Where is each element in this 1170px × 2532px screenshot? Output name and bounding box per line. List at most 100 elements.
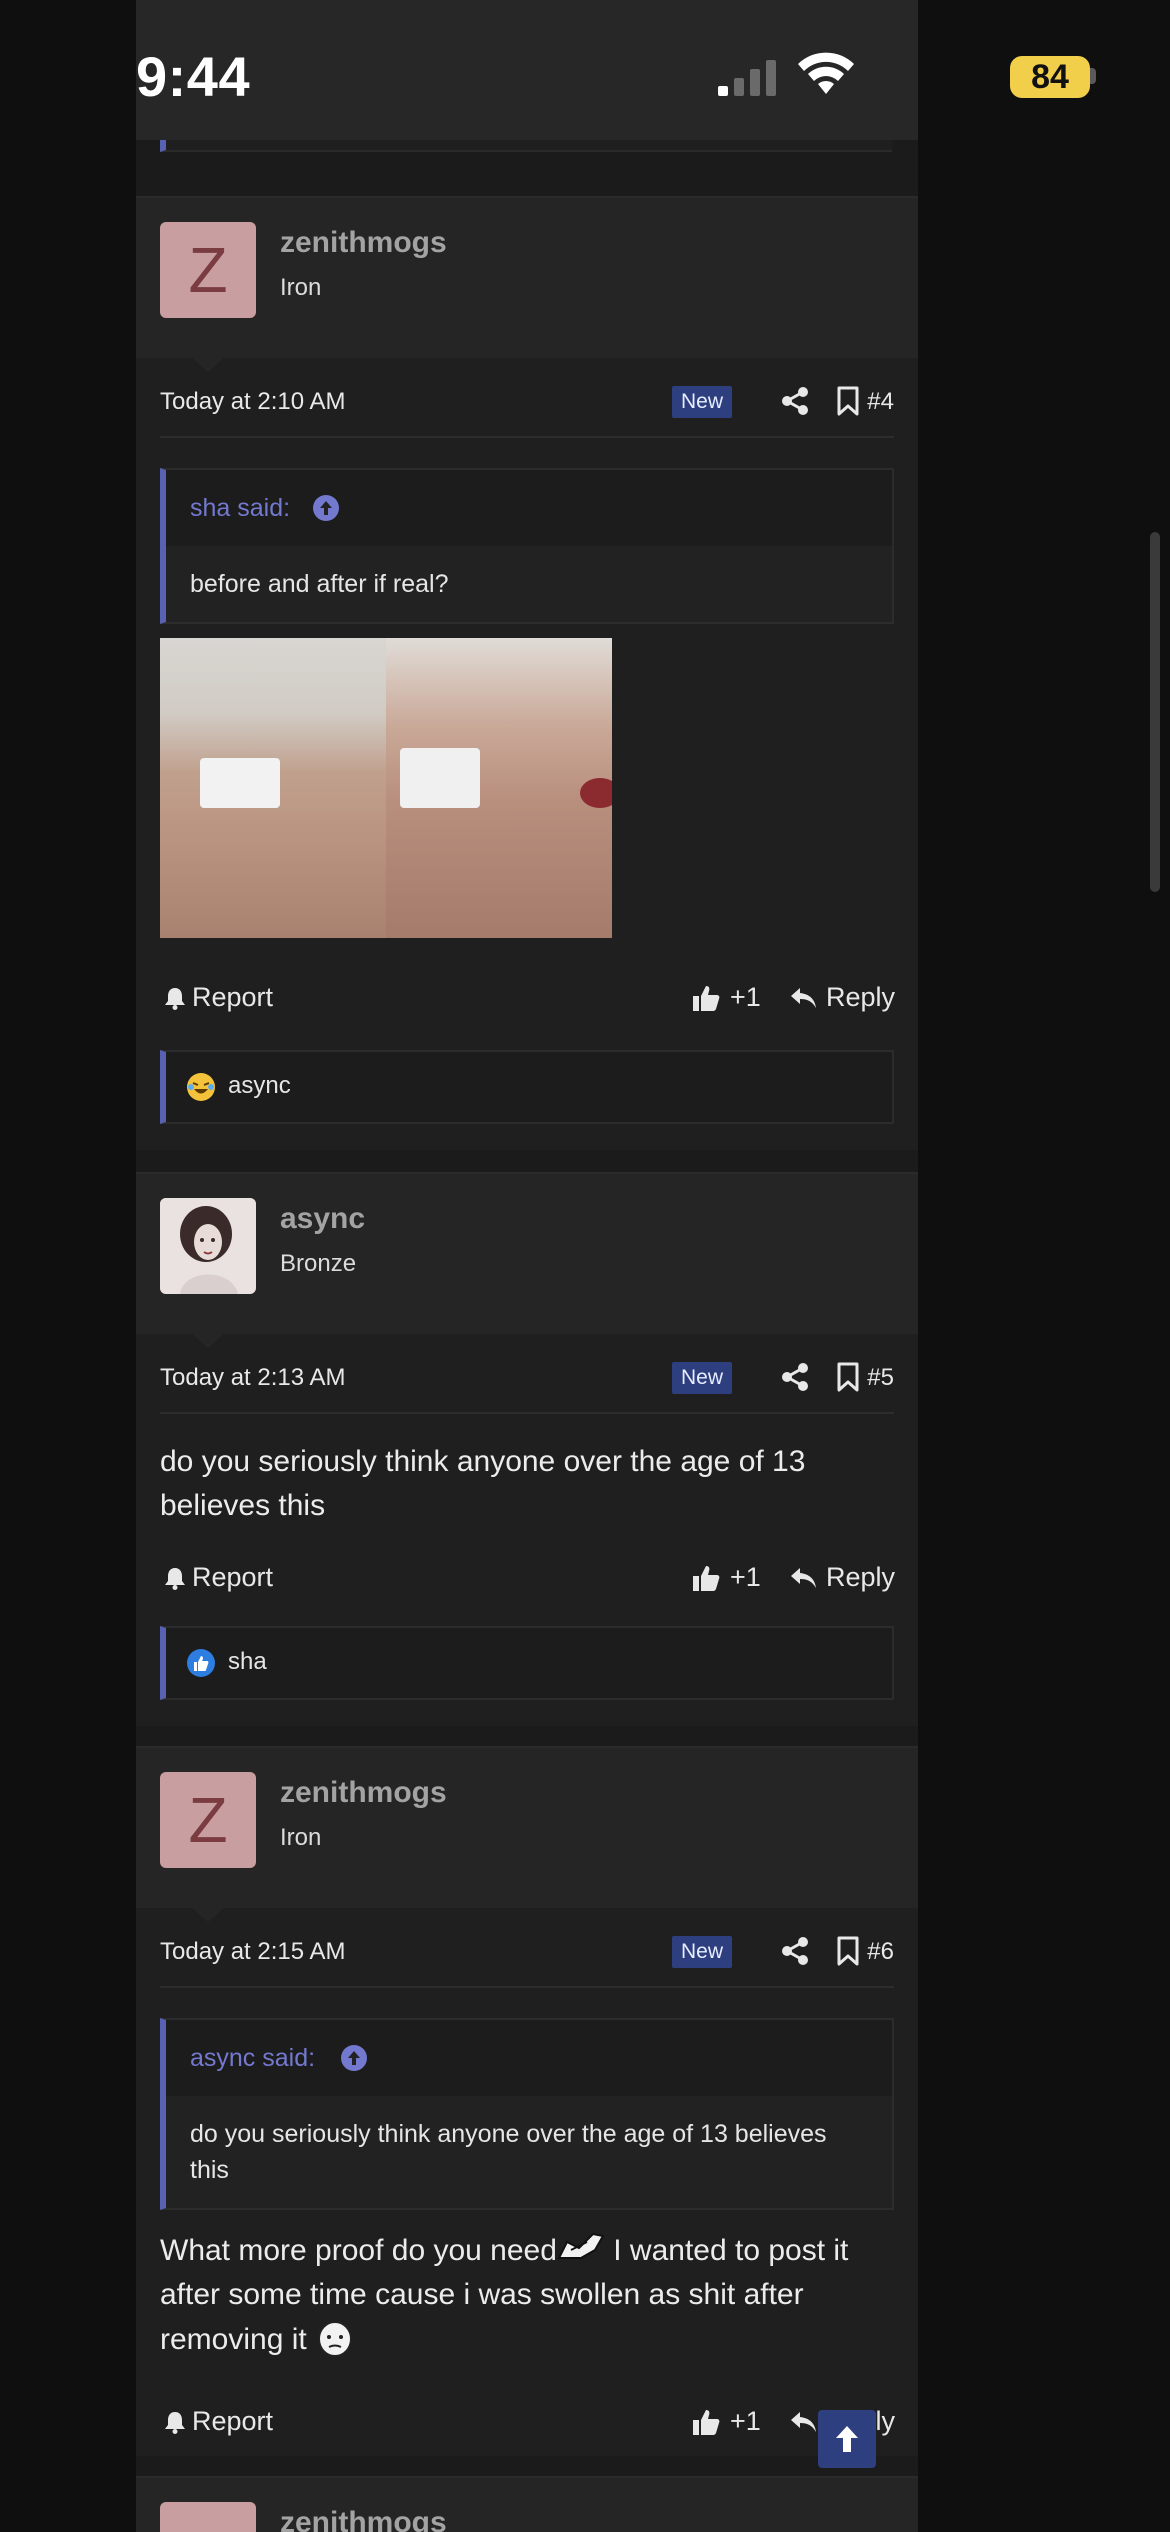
like-button[interactable]: +1: [692, 982, 761, 1013]
jump-to-quote-icon[interactable]: [340, 2044, 368, 2072]
quote-author[interactable]: async said:: [190, 2044, 315, 2073]
post-actions: Report +1 Reply: [160, 976, 895, 1020]
avatar[interactable]: Z: [160, 222, 256, 318]
report-button[interactable]: Report: [164, 2406, 273, 2437]
username[interactable]: zenithmogs: [280, 2506, 447, 2532]
post-header: Z zenithmogs Iron: [136, 198, 918, 358]
report-label: Report: [192, 1562, 274, 1592]
quote-block: async said: do you seriously think anyon…: [160, 2018, 894, 2210]
avatar[interactable]: Z: [160, 1772, 256, 1868]
bookmark-icon[interactable]: [836, 386, 860, 416]
report-label: Report: [192, 2406, 274, 2436]
report-label: Report: [192, 982, 274, 1012]
bell-icon: [165, 2411, 185, 2434]
post-actions: Report +1 Reply: [160, 1556, 895, 1600]
like-button[interactable]: +1: [692, 1562, 761, 1593]
post-body: do you seriously think anyone over the a…: [160, 1445, 806, 1522]
reply-arrow-icon: [791, 1567, 816, 1588]
post-meta: Today at 2:15 AM New #6: [160, 1918, 894, 1988]
post-header: Z zenithmogs Iron: [136, 1748, 918, 1908]
like-button[interactable]: +1: [692, 2406, 761, 2437]
share-icon[interactable]: [780, 386, 810, 416]
report-button[interactable]: Report: [164, 1562, 273, 1593]
quote-header[interactable]: sha said:: [166, 470, 892, 546]
sticker-emoji-icon: [557, 2232, 605, 2259]
avatar[interactable]: [160, 1198, 256, 1294]
reaction-user[interactable]: async: [228, 1072, 291, 1100]
arrow-up-icon: [836, 2426, 858, 2452]
post-4: Z zenithmogs Iron Today at 2:10 AM New #…: [136, 196, 918, 1150]
reply-button[interactable]: Reply: [790, 982, 895, 1013]
user-rank: Iron: [280, 1824, 322, 1851]
post-actions: Report +1 Reply: [160, 2400, 895, 2444]
jump-to-quote-icon[interactable]: [312, 494, 340, 522]
bookmark-icon[interactable]: [836, 1936, 860, 1966]
image-detail: [580, 778, 612, 808]
post-header: zenithmogs: [136, 2478, 918, 2532]
battery-indicator: 84: [1010, 56, 1090, 98]
post-meta: Today at 2:13 AM New #5: [160, 1344, 894, 1414]
reactions-bar[interactable]: async: [160, 1050, 894, 1124]
thumbs-up-icon: [693, 1565, 720, 1591]
share-icon[interactable]: [780, 1936, 810, 1966]
thumbs-up-icon: [693, 985, 720, 1011]
quote-text: before and after if real?: [190, 570, 449, 598]
quote-author[interactable]: sha said:: [190, 494, 290, 523]
cellular-signal-icon: [718, 60, 776, 96]
reply-button[interactable]: Reply: [790, 1562, 895, 1593]
reply-arrow-icon: [791, 987, 816, 1008]
post-timestamp[interactable]: Today at 2:13 AM: [160, 1364, 345, 1392]
before-after-image[interactable]: [160, 638, 612, 938]
new-badge: New: [672, 1362, 732, 1394]
reply-label: Reply: [826, 1562, 896, 1592]
battery-tip: [1090, 68, 1096, 84]
reaction-user[interactable]: sha: [228, 1648, 267, 1676]
user-rank: Bronze: [280, 1250, 357, 1277]
post-meta: Today at 2:10 AM New #4: [160, 368, 894, 438]
quote-text: do you seriously think anyone over the a…: [190, 2120, 827, 2184]
user-rank: Iron: [280, 274, 322, 301]
bookmark-icon[interactable]: [836, 1362, 860, 1392]
face-emoji-icon: [318, 2321, 353, 2357]
like-count: +1: [730, 982, 761, 1012]
like-reaction-icon: [187, 1649, 215, 1677]
bell-icon: [165, 1567, 185, 1590]
post-body: What more proof do you need I wanted to …: [160, 2228, 894, 2362]
post-header: async Bronze: [136, 1174, 918, 1334]
page-scrollbar[interactable]: [1150, 532, 1160, 892]
image-detail: [200, 758, 280, 808]
previous-post-tail: [160, 140, 892, 152]
post-number[interactable]: #4: [860, 388, 894, 416]
post-timestamp[interactable]: Today at 2:15 AM: [160, 1938, 345, 1966]
status-time: 9:44: [136, 45, 251, 108]
post-number[interactable]: #5: [860, 1364, 894, 1392]
report-button[interactable]: Report: [164, 982, 273, 1013]
post-6: Z zenithmogs Iron Today at 2:15 AM New #…: [136, 1746, 918, 2456]
avatar[interactable]: [160, 2502, 256, 2532]
username[interactable]: zenithmogs: [280, 226, 447, 260]
post-5: async Bronze Today at 2:13 AM New #5 do …: [136, 1172, 918, 1726]
share-icon[interactable]: [780, 1362, 810, 1392]
post-number[interactable]: #6: [860, 1938, 894, 1966]
username[interactable]: async: [280, 1202, 365, 1236]
new-badge: New: [672, 386, 732, 418]
quote-header[interactable]: async said:: [166, 2020, 892, 2096]
username[interactable]: zenithmogs: [280, 1776, 447, 1810]
thread-column: Z zenithmogs Iron Today at 2:10 AM New #…: [136, 0, 918, 2532]
vintage-portrait-icon: [160, 1198, 256, 1294]
image-detail: [400, 748, 480, 808]
quote-block: sha said: before and after if real?: [160, 468, 894, 624]
like-count: +1: [730, 1562, 761, 1592]
reactions-bar[interactable]: sha: [160, 1626, 894, 1700]
scroll-to-top-button[interactable]: [818, 2410, 876, 2468]
new-badge: New: [672, 1936, 732, 1968]
like-count: +1: [730, 2406, 761, 2436]
wifi-icon: [798, 52, 854, 94]
post-7: zenithmogs: [136, 2476, 918, 2532]
thumbs-up-icon: [693, 2409, 720, 2435]
laughing-crying-emoji-icon: [187, 1073, 215, 1101]
reply-arrow-icon: [791, 2411, 816, 2432]
post-body-part: What more proof do you need: [160, 2234, 557, 2267]
post-timestamp[interactable]: Today at 2:10 AM: [160, 388, 345, 416]
bell-icon: [165, 987, 185, 1010]
